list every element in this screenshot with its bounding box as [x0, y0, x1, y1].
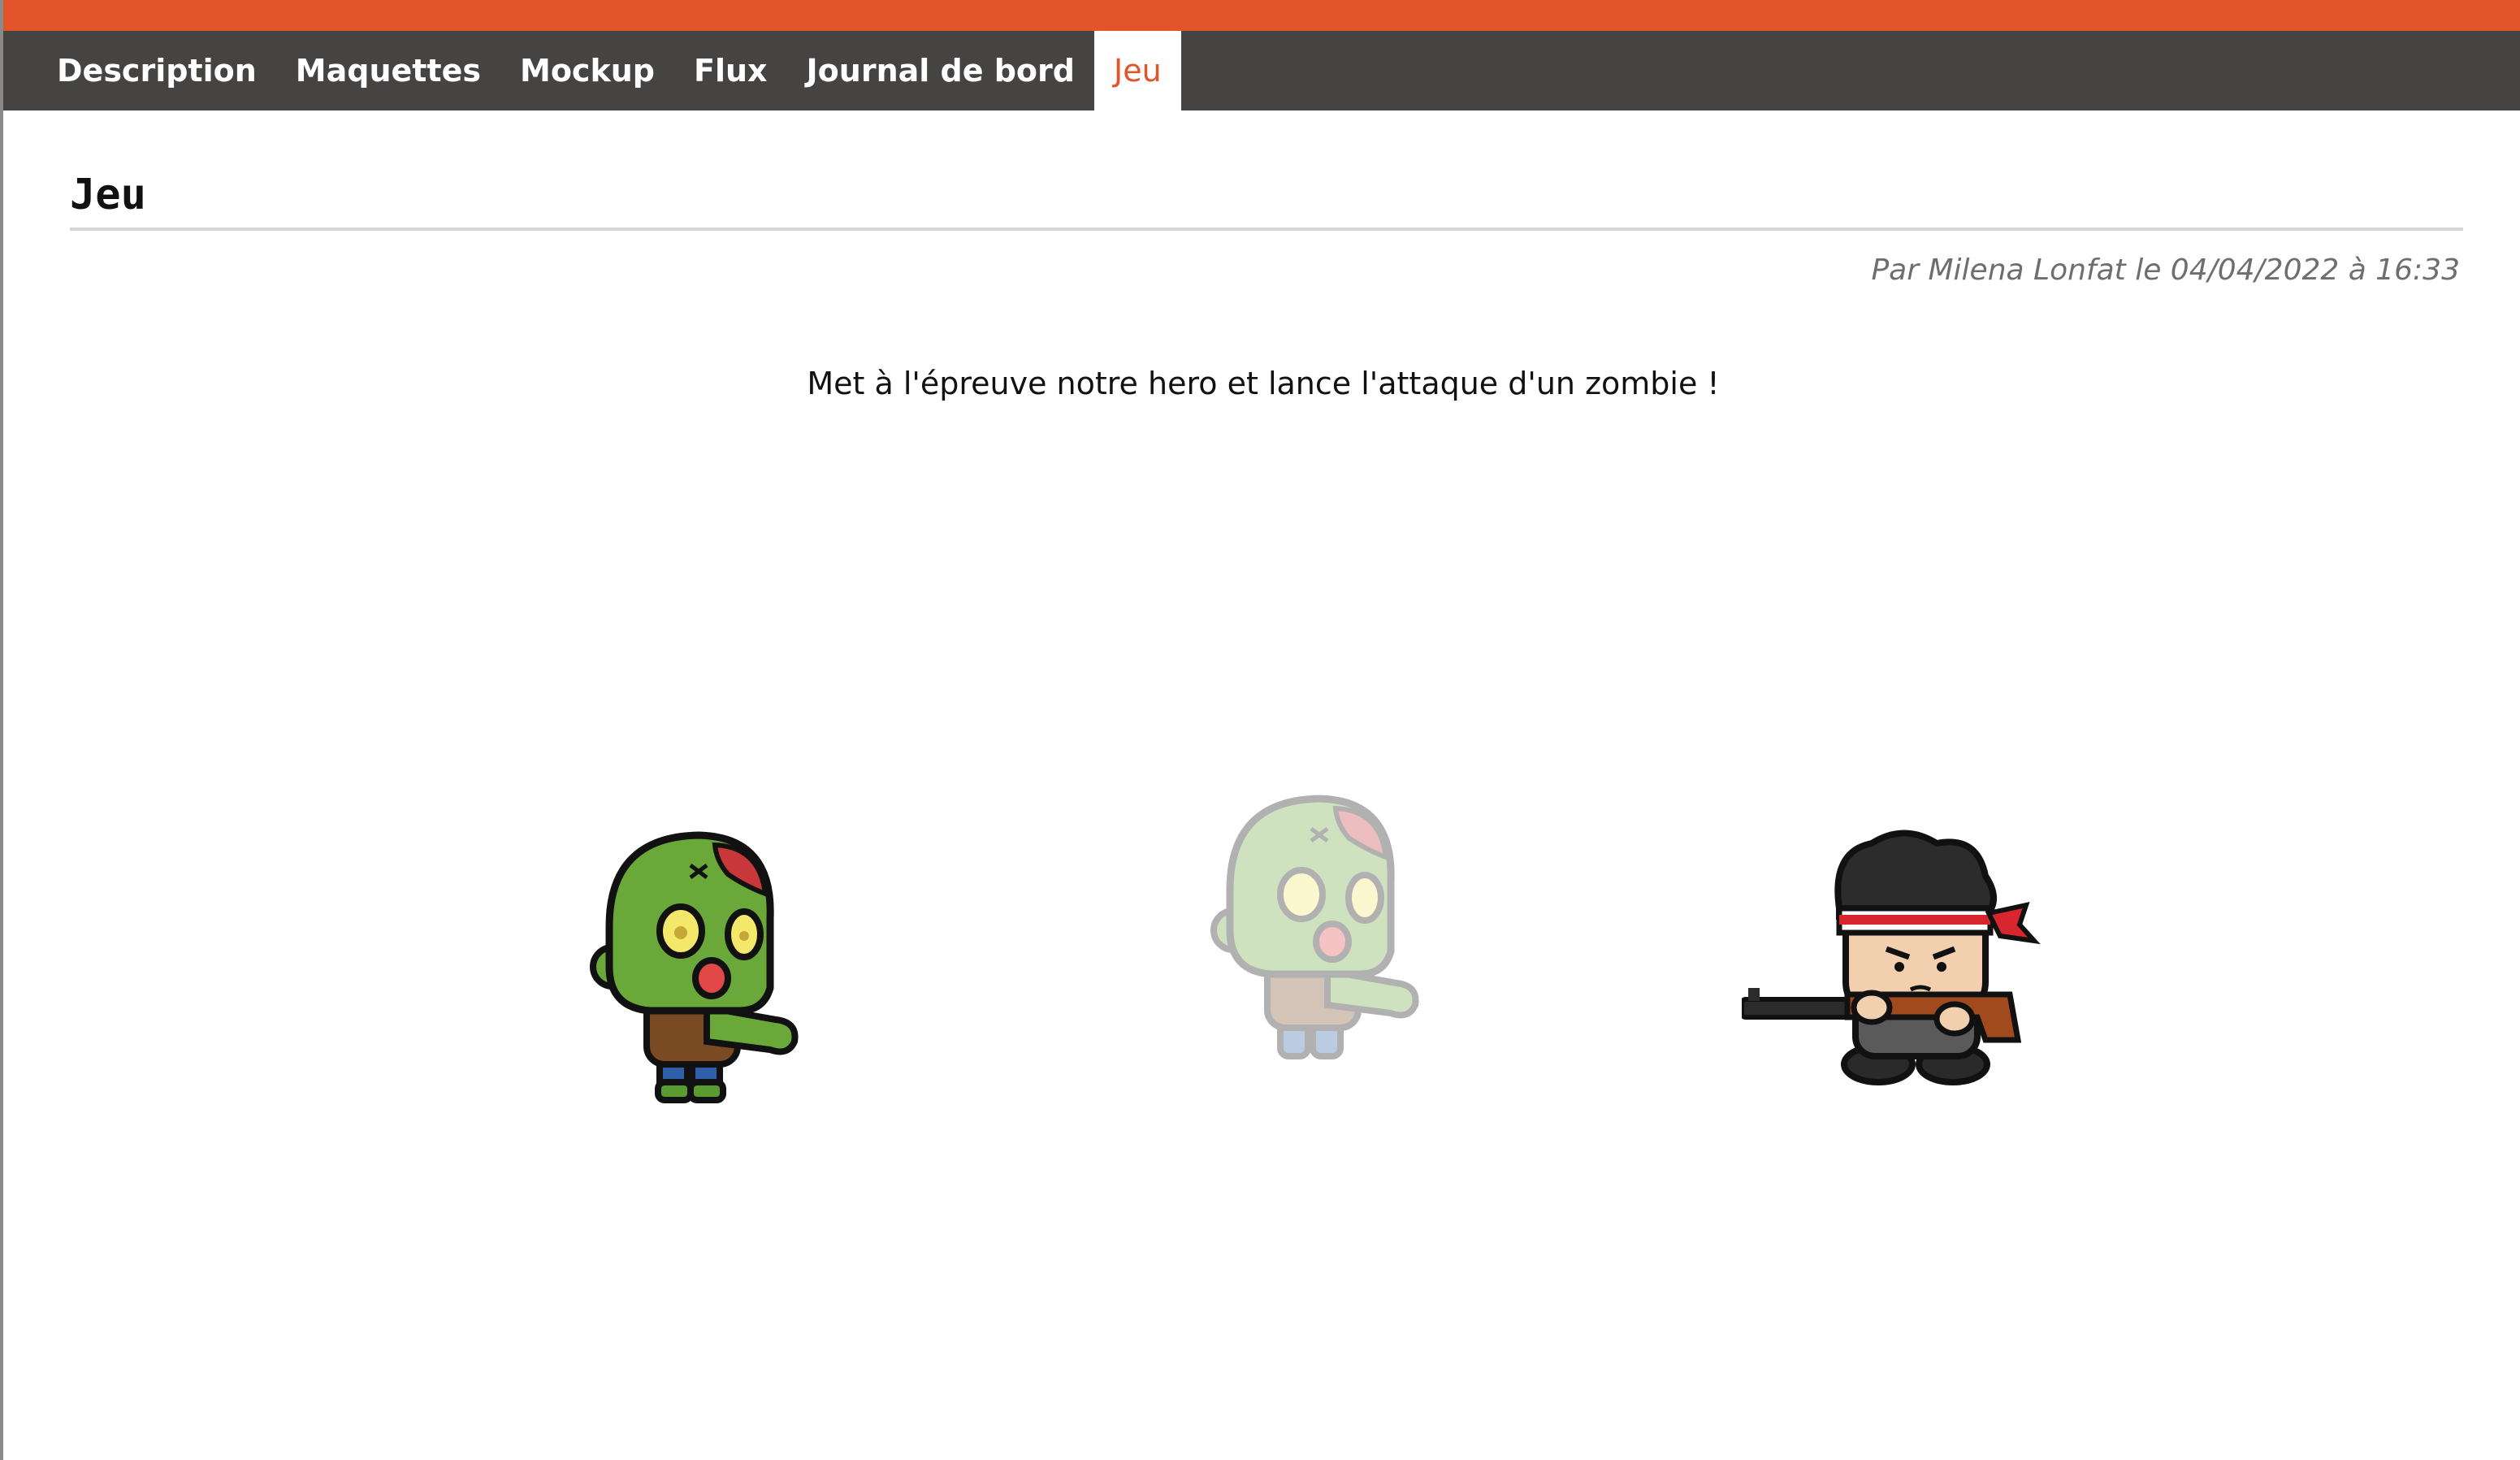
hero-sprite[interactable]: [1742, 827, 2050, 1087]
page-title: Jeu: [70, 171, 146, 219]
nav-item-maquettes[interactable]: Maquettes: [276, 31, 500, 110]
nav-item-mockup[interactable]: Mockup: [500, 31, 674, 110]
game-intro-text: Met à l'épreuve notre hero et lance l'at…: [807, 366, 1720, 401]
zombie-sprite[interactable]: [585, 829, 812, 1105]
page-frame: Description Maquettes Mockup Flux Journa…: [0, 0, 2520, 1460]
title-divider: [70, 227, 2463, 231]
nav-item-jeu[interactable]: Jeu: [1093, 31, 1181, 110]
main-navbar: Description Maquettes Mockup Flux Journa…: [3, 31, 2520, 110]
nav-item-description[interactable]: Description: [37, 31, 276, 110]
nav-item-journal-de-bord[interactable]: Journal de bord: [787, 31, 1094, 110]
zombie-ghost-sprite: [1206, 792, 1433, 1068]
nav-item-flux[interactable]: Flux: [674, 31, 787, 110]
author-byline: Par Milena Lonfat le 04/04/2022 à 16:33: [1871, 253, 2460, 287]
accent-bar: [3, 0, 2520, 31]
